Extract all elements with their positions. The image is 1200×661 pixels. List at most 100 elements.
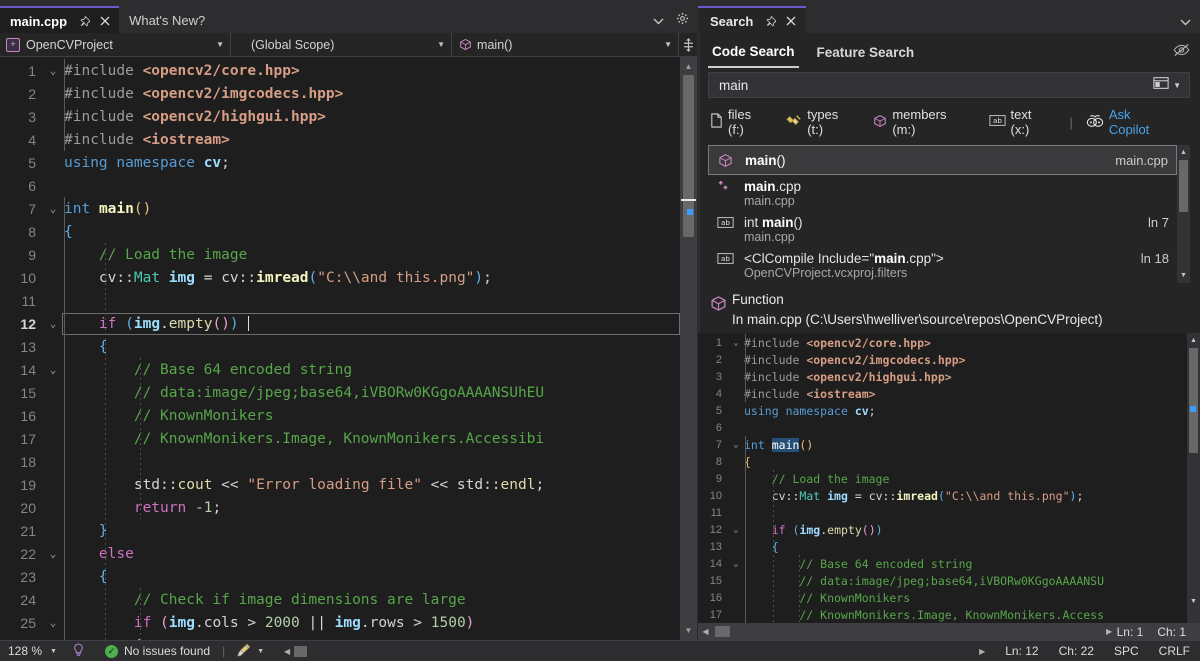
fold-toggle-icon[interactable]: ⌄ <box>728 440 744 450</box>
filter-types[interactable]: types (t:) <box>786 107 857 137</box>
chevron-down-icon[interactable] <box>653 17 664 25</box>
preview-code-line[interactable]: 12⌄ if (img.empty()) <box>698 521 1187 538</box>
chevron-down-icon[interactable]: ▼ <box>1172 81 1185 90</box>
fold-toggle-icon[interactable]: ⌄ <box>42 363 64 376</box>
preview-code-line[interactable]: 4#include <iostream> <box>698 385 1187 402</box>
editor-vertical-scrollbar[interactable]: ▲ ▼ <box>680 57 697 640</box>
fold-toggle-icon[interactable]: ⌄ <box>42 616 64 629</box>
preview-code-line[interactable]: 13 { <box>698 538 1187 555</box>
preview-horizontal-scrollbar[interactable]: ◀ ▶ Ln: 1 Ch: 1 <box>698 623 1200 640</box>
preview-code-line[interactable]: 7⌄int main() <box>698 436 1187 453</box>
fold-toggle-icon[interactable]: ⌄ <box>728 559 744 569</box>
fold-toggle-icon[interactable]: ⌄ <box>42 64 64 77</box>
scroll-right-icon[interactable]: ▶ <box>1102 627 1117 636</box>
preview-code-line[interactable]: 15 // data:image/jpeg;base64,iVBORw0KGgo… <box>698 572 1187 589</box>
code-line[interactable]: 17 // KnownMonikers.Image, KnownMonikers… <box>0 427 680 450</box>
search-result-item[interactable]: abint main()ln 7main.cpp <box>708 211 1177 247</box>
scroll-up-icon[interactable]: ▲ <box>680 59 697 74</box>
code-line[interactable]: 3#include <opencv2/highgui.hpp> <box>0 105 680 128</box>
close-icon[interactable] <box>98 15 111 28</box>
search-input[interactable] <box>717 77 1153 94</box>
code-line[interactable]: 20 return -1; <box>0 496 680 519</box>
code-line[interactable]: 19 std::cout << "Error loading file" << … <box>0 473 680 496</box>
fold-toggle-icon[interactable]: ⌄ <box>42 202 64 215</box>
chevron-down-icon[interactable]: ▼ <box>50 648 57 655</box>
search-results-scrollbar[interactable]: ▲▼ <box>1177 145 1190 283</box>
preview-code-surface[interactable]: 1⌄#include <opencv2/core.hpp>2#include <… <box>698 333 1187 623</box>
preview-code-line[interactable]: 10 cv::Mat img = cv::imread("C:\\and thi… <box>698 487 1187 504</box>
preview-code-line[interactable]: 11 <box>698 504 1187 521</box>
code-line[interactable]: 15 // data:image/jpeg;base64,iVBORw0KGgo… <box>0 381 680 404</box>
filter-members[interactable]: members (m:) <box>873 107 972 137</box>
filter-files[interactable]: files (f:) <box>710 107 770 137</box>
code-line[interactable]: 6 <box>0 174 680 197</box>
code-cleanup-button[interactable]: ▼ <box>227 643 274 660</box>
code-line[interactable]: 22⌄ else <box>0 542 680 565</box>
fold-toggle-icon[interactable]: ⌄ <box>42 317 64 330</box>
preview-code-line[interactable]: 2#include <opencv2/imgcodecs.hpp> <box>698 351 1187 368</box>
code-line[interactable]: 1⌄#include <opencv2/core.hpp> <box>0 59 680 82</box>
code-line[interactable]: 9 // Load the image <box>0 243 680 266</box>
hscrollbar-thumb[interactable] <box>294 646 307 657</box>
code-line[interactable]: 4#include <iostream> <box>0 128 680 151</box>
preview-code-line[interactable]: 1⌄#include <opencv2/core.hpp> <box>698 334 1187 351</box>
scroll-up-icon[interactable]: ▲ <box>1177 146 1190 159</box>
editor-horizontal-scrollbar[interactable]: ◀ ▶ <box>274 646 995 657</box>
scrollbar-thumb[interactable] <box>1189 348 1198 453</box>
chevron-down-icon[interactable] <box>1180 18 1191 26</box>
search-result-item[interactable]: main.cppmain.cpp <box>708 175 1177 211</box>
preview-code-line[interactable]: 5using namespace cv; <box>698 402 1187 419</box>
search-result-item[interactable]: ab<ClCompile Include="main.cpp">ln 18Ope… <box>708 247 1177 283</box>
code-line[interactable]: 7⌄int main() <box>0 197 680 220</box>
tab-feature-search[interactable]: Feature Search <box>813 42 919 67</box>
pin-icon[interactable] <box>78 15 91 28</box>
preview-code-line[interactable]: 9 // Load the image <box>698 470 1187 487</box>
navbar-member-dropdown[interactable]: main() ▼ <box>452 33 679 56</box>
zoom-control[interactable]: 128 % ▼ <box>0 644 62 658</box>
code-line[interactable]: 18 <box>0 450 680 473</box>
code-line[interactable]: 21 } <box>0 519 680 542</box>
pin-icon[interactable] <box>764 15 777 28</box>
lightbulb-indicator[interactable] <box>62 643 95 660</box>
code-line[interactable]: 26 { <box>0 634 680 640</box>
scroll-left-icon[interactable]: ◀ <box>280 647 294 656</box>
tab-code-search[interactable]: Code Search <box>708 41 799 68</box>
preview-code-line[interactable]: 14⌄ // Base 64 encoded string <box>698 555 1187 572</box>
code-editor-surface[interactable]: 1⌄#include <opencv2/core.hpp>2#include <… <box>0 57 680 640</box>
ask-copilot-button[interactable]: Ask Copilot <box>1086 107 1174 137</box>
scroll-left-icon[interactable]: ◀ <box>698 627 713 636</box>
code-line[interactable]: 24 // Check if image dimensions are larg… <box>0 588 680 611</box>
close-icon[interactable] <box>784 15 797 28</box>
scroll-up-icon[interactable]: ▲ <box>1187 334 1200 347</box>
hscrollbar-thumb[interactable] <box>715 626 730 637</box>
code-line[interactable]: 8{ <box>0 220 680 243</box>
preview-code-line[interactable]: 17 // KnownMonikers.Image, KnownMonikers… <box>698 606 1187 623</box>
issues-indicator[interactable]: ✓ No issues found <box>95 644 220 658</box>
fold-toggle-icon[interactable]: ⌄ <box>728 525 744 535</box>
preview-code-line[interactable]: 8{ <box>698 453 1187 470</box>
gear-icon[interactable] <box>676 12 689 25</box>
code-line[interactable]: 14⌄ // Base 64 encoded string <box>0 358 680 381</box>
code-line[interactable]: 23 { <box>0 565 680 588</box>
code-line[interactable]: 16 // KnownMonikers <box>0 404 680 427</box>
code-line[interactable]: 12⌄ if (img.empty()) <box>0 312 680 335</box>
preview-vertical-scrollbar[interactable]: ▲ ▼ <box>1187 333 1200 623</box>
preview-pane-icon[interactable] <box>1153 76 1169 95</box>
scroll-down-icon[interactable]: ▼ <box>1177 269 1190 282</box>
search-window-tab[interactable]: Search <box>698 6 806 33</box>
preview-code-line[interactable]: 16 // KnownMonikers <box>698 589 1187 606</box>
scroll-right-icon[interactable]: ▶ <box>975 647 989 656</box>
navbar-scope-dropdown[interactable]: (Global Scope) ▼ <box>231 33 452 56</box>
tab-main-cpp[interactable]: main.cpp <box>0 6 119 33</box>
preview-code-line[interactable]: 3#include <opencv2/highgui.hpp> <box>698 368 1187 385</box>
filter-text[interactable]: ab text (x:) <box>989 107 1054 137</box>
navbar-project-dropdown[interactable]: + OpenCVProject ▼ <box>0 33 231 56</box>
search-input-wrapper[interactable]: ▼ <box>708 72 1190 98</box>
search-result-item[interactable]: main()main.cpp <box>708 145 1177 175</box>
chevron-down-icon[interactable]: ▼ <box>257 648 264 655</box>
scroll-down-icon[interactable]: ▼ <box>1187 595 1200 608</box>
code-line[interactable]: 10 cv::Mat img = cv::imread("C:\\and thi… <box>0 266 680 289</box>
preview-code-line[interactable]: 6 <box>698 419 1187 436</box>
scroll-down-icon[interactable]: ▼ <box>680 623 697 638</box>
code-line[interactable]: 11 <box>0 289 680 312</box>
